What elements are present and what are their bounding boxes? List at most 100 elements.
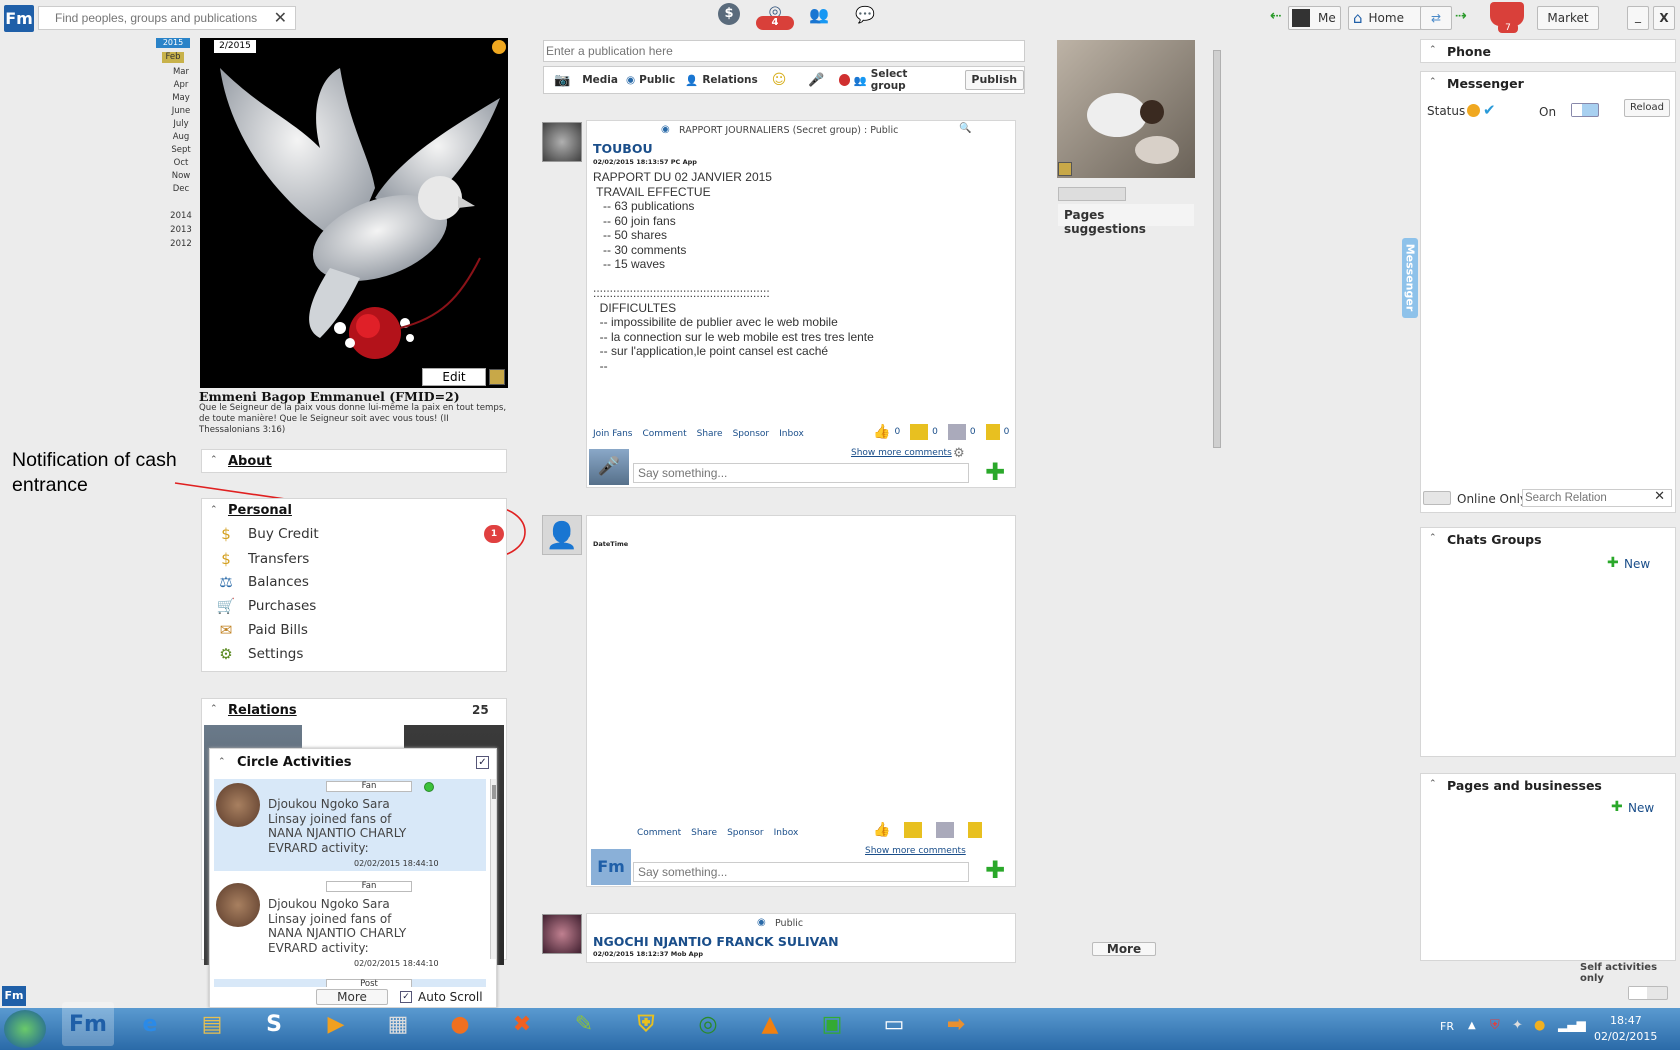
collapse-chevron-icon[interactable]: ⌃ [210, 455, 222, 465]
timeline-year[interactable]: 2013 [170, 225, 192, 235]
timeline-month[interactable]: Oct [170, 158, 192, 168]
status-busy-icon[interactable] [1467, 104, 1480, 117]
add-comment-icon[interactable]: ✚ [985, 458, 1005, 486]
search-post-icon[interactable]: 🔍 [959, 123, 971, 134]
timeline-year[interactable]: 2012 [170, 239, 192, 249]
phone-panel[interactable]: ⌃ Phone [1420, 39, 1676, 63]
sponsor-icon[interactable] [968, 822, 983, 838]
collapse-chevron-icon[interactable]: ⌃ [1429, 45, 1441, 55]
inbox-link[interactable]: Inbox [774, 828, 799, 838]
self-activities-toggle[interactable] [1628, 986, 1668, 1000]
taskbar-terminal-icon[interactable]: ▣ [806, 1002, 858, 1046]
switch-button[interactable]: ⇄ [1420, 6, 1452, 30]
show-more-comments-link[interactable]: Show more comments [865, 846, 966, 856]
close-button[interactable]: X [1653, 6, 1675, 30]
collapse-chevron-icon[interactable]: ⌃ [210, 704, 222, 714]
paid-bills-item[interactable]: ✉ Paid Bills [216, 621, 308, 639]
minimize-button[interactable]: _ [1627, 6, 1649, 30]
taskbar-language[interactable]: FR [1440, 1020, 1454, 1033]
sponsor-icon[interactable] [985, 424, 1000, 440]
feed-more-button[interactable]: More [1092, 942, 1156, 956]
suggestion-photo[interactable] [1057, 40, 1195, 178]
forward-arrow-icon[interactable]: ⇢ [1455, 8, 1467, 24]
relations-title[interactable]: Relations [228, 703, 297, 718]
activity-item[interactable]: Post [214, 979, 486, 987]
tray-date[interactable]: 02/02/2015 [1594, 1030, 1657, 1043]
smiley-icon[interactable]: ☺ [772, 72, 787, 88]
inbox-link[interactable]: Inbox [779, 429, 804, 439]
home-button[interactable]: ⌂ Home [1348, 6, 1422, 30]
publication-input[interactable] [546, 43, 1016, 59]
post-group[interactable]: RAPPORT JOURNALIERS (Secret group) : Pub… [679, 125, 898, 136]
new-group-link[interactable]: New [1624, 557, 1650, 571]
add-comment-icon[interactable]: ✚ [985, 856, 1005, 884]
taskbar-xampp-icon[interactable]: ✖ [496, 1002, 548, 1046]
public-label[interactable]: Public [639, 74, 675, 86]
group-icon[interactable]: 👥 [854, 74, 867, 87]
collapse-chevron-icon[interactable]: ⌃ [1429, 533, 1441, 543]
back-arrow-icon[interactable]: ⇠ [1270, 8, 1282, 24]
search-relation-input[interactable] [1525, 491, 1645, 505]
timeline-month[interactable]: Apr [170, 80, 192, 90]
activity-item[interactable]: Fan Djoukou Ngoko Sara Linsay joined fan… [214, 779, 486, 871]
timeline-current-year[interactable]: 2015 [156, 38, 190, 48]
reload-button[interactable]: Reload [1624, 99, 1670, 117]
app-comment-icon[interactable]: Fm [591, 849, 631, 885]
activity-avatar[interactable] [216, 883, 260, 927]
join-fans-link[interactable]: Join Fans [593, 429, 633, 439]
feed-scrollbar[interactable] [1213, 40, 1221, 958]
microphone-icon[interactable]: 🎤 [808, 73, 824, 88]
taskbar-vlc-icon[interactable]: ▲ [744, 1002, 796, 1046]
taskbar-notepad-icon[interactable]: ✎ [558, 1002, 610, 1046]
timeline-month[interactable]: July [170, 119, 192, 129]
sponsor-link[interactable]: Sponsor [733, 429, 770, 439]
comment-link[interactable]: Comment [643, 429, 687, 439]
voice-comment-icon[interactable]: 🎤 [589, 449, 629, 485]
taskbar-hs-icon[interactable]: ◎ [682, 1002, 734, 1046]
share-link[interactable]: Share [691, 828, 717, 838]
post-author[interactable]: NGOCHI NJANTIO FRANCK SULIVAN [593, 934, 839, 949]
timeline-year[interactable]: 2014 [170, 211, 192, 221]
buy-credit-item[interactable]: $ Buy Credit [216, 525, 318, 543]
publish-button[interactable]: Publish [964, 70, 1024, 90]
collapse-chevron-icon[interactable]: ⌃ [210, 505, 222, 515]
timeline-month[interactable]: Dec [170, 184, 192, 194]
select-group-label[interactable]: Select group [871, 68, 941, 92]
share-nodes-icon[interactable] [947, 424, 966, 440]
timeline-month[interactable]: Aug [170, 132, 192, 142]
timeline-month[interactable]: Mar [170, 67, 192, 77]
post-author[interactable]: TOUBOU [593, 141, 653, 156]
collapse-chevron-icon[interactable]: ⌃ [1429, 779, 1441, 789]
online-toggle[interactable] [1571, 103, 1599, 117]
messages-icon[interactable]: 💬 [852, 5, 878, 25]
relations-icon[interactable]: 👥 [806, 5, 832, 25]
sponsor-link[interactable]: Sponsor [727, 828, 764, 838]
new-page-link[interactable]: New [1628, 801, 1654, 815]
timeline-month-active[interactable]: Feb [162, 52, 184, 63]
like-icon[interactable]: 👍 [873, 822, 890, 838]
transfers-item[interactable]: $ Transfers [216, 550, 309, 568]
circle-checkbox[interactable]: ✓ [476, 756, 489, 769]
activity-item[interactable]: Fan Djoukou Ngoko Sara Linsay joined fan… [214, 879, 486, 971]
taskbar-skype-icon[interactable]: S [248, 1002, 300, 1046]
taskbar-network-icon[interactable]: ▦ [372, 1002, 424, 1046]
messenger-side-tab[interactable]: Messenger [1402, 238, 1418, 318]
tray-shield-icon[interactable]: ⛨ [1490, 1018, 1500, 1033]
start-button[interactable] [4, 1010, 46, 1048]
post-author-avatar[interactable] [542, 122, 582, 162]
add-group-icon[interactable]: ✚ [1607, 555, 1619, 571]
clear-relation-search-icon[interactable]: ✕ [1654, 489, 1665, 504]
taskbar-ie-icon[interactable]: e [124, 1002, 176, 1046]
timeline-month[interactable]: Sept [170, 145, 192, 155]
timeline-month[interactable]: June [170, 106, 192, 116]
market-button[interactable]: Market [1537, 6, 1599, 30]
tray-up-icon[interactable]: ▲ [1468, 1020, 1476, 1031]
settings-item[interactable]: ⚙ Settings [216, 645, 303, 663]
activity-scrollbar[interactable] [490, 779, 496, 959]
tray-tool-icon[interactable]: ✦ [1512, 1018, 1523, 1033]
media-label[interactable]: Media [582, 74, 618, 86]
relations-person-icon[interactable]: 👤 [685, 74, 698, 87]
balances-item[interactable]: ⚖ Balances [216, 573, 309, 591]
purchases-item[interactable]: 🛒 Purchases [216, 597, 317, 615]
globe-icon[interactable]: ◉ [626, 74, 635, 86]
